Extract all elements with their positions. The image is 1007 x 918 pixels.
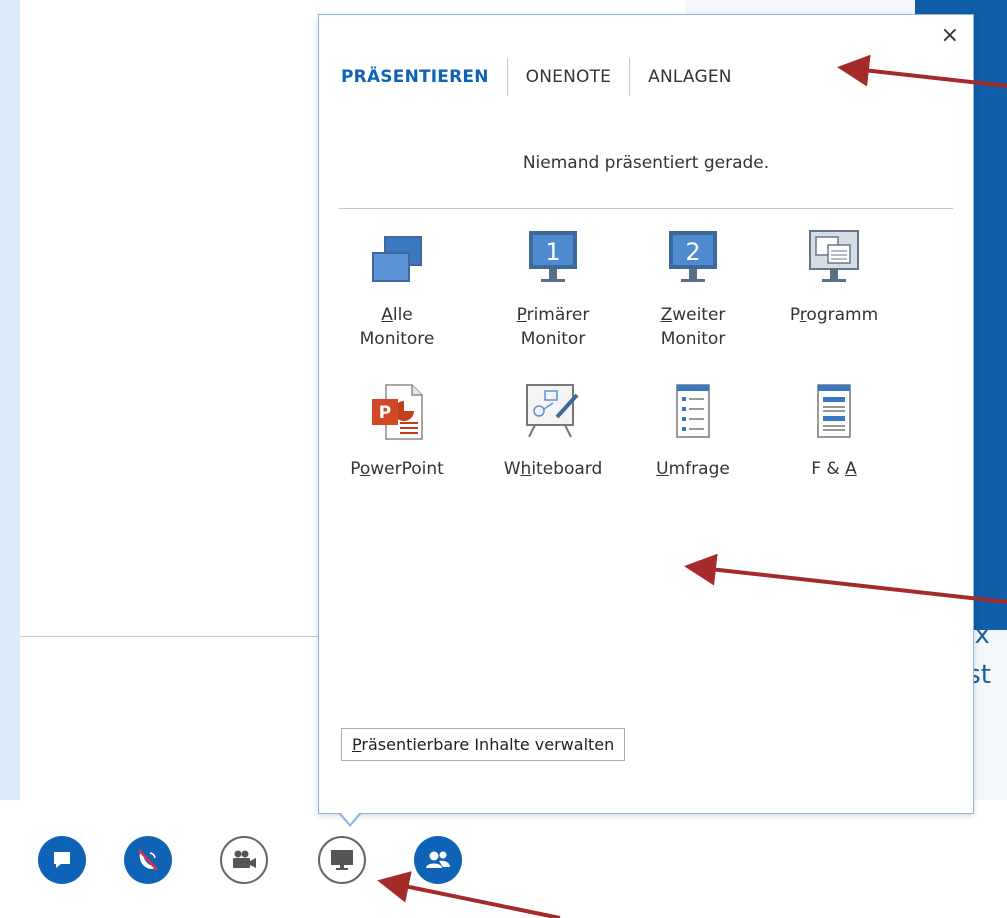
tile-all-monitors[interactable]: Alle Monitore (337, 227, 457, 351)
participants-button[interactable] (414, 836, 462, 884)
presentation-status: Niemand präsentiert gerade. (522, 153, 770, 173)
poll-icon (633, 381, 753, 441)
video-camera-icon (233, 850, 256, 868)
manage-content-button[interactable]: Präsentierbare Inhalte verwalten (341, 728, 626, 761)
popup-tabs: PRÄSENTIEREN ONENOTE ANLAGEN (341, 58, 750, 96)
divider (339, 208, 953, 209)
powerpoint-icon: P (337, 381, 457, 441)
chat-button[interactable] (38, 836, 86, 884)
monitor-icon (331, 850, 353, 870)
all-monitors-icon (337, 227, 457, 287)
tile-primary-monitor[interactable]: 1 Primärer Monitor (493, 227, 613, 351)
muted-phone-icon (138, 849, 158, 871)
whiteboard-icon (493, 381, 613, 441)
audio-button[interactable] (124, 836, 172, 884)
popup-pointer-inner (340, 812, 360, 824)
present-button[interactable] (318, 836, 366, 884)
people-icon (426, 851, 450, 868)
tab-onenote[interactable]: ONENOTE (508, 67, 629, 87)
tab-praesentieren[interactable]: PRÄSENTIEREN (341, 67, 507, 87)
tile-program[interactable]: Programm (774, 227, 894, 327)
chat-icon (54, 852, 70, 868)
tile-whiteboard[interactable]: Whiteboard (493, 381, 613, 481)
svg-text:P: P (379, 403, 391, 423)
svg-text:1: 1 (545, 238, 560, 266)
primary-monitor-icon: 1 (493, 227, 613, 287)
second-monitor-icon: 2 (633, 227, 753, 287)
tile-poll[interactable]: Umfrage (633, 381, 753, 481)
video-button[interactable] (220, 836, 268, 884)
tile-label-line2: Monitor (520, 329, 586, 349)
tile-label-line2: Monitore (359, 329, 435, 349)
svg-text:2: 2 (685, 238, 700, 266)
qa-icon (774, 381, 894, 441)
close-icon[interactable]: × (941, 23, 959, 48)
program-icon (774, 227, 894, 287)
tile-powerpoint[interactable]: P PowerPoint (337, 381, 457, 481)
present-popup: × PRÄSENTIEREN ONENOTE ANLAGEN Niemand p… (318, 14, 974, 814)
tile-second-monitor[interactable]: 2 Zweiter Monitor (633, 227, 753, 351)
tab-anlagen[interactable]: ANLAGEN (630, 67, 750, 87)
tile-label-line2: Monitor (660, 329, 726, 349)
tile-qa[interactable]: F & A (774, 381, 894, 481)
